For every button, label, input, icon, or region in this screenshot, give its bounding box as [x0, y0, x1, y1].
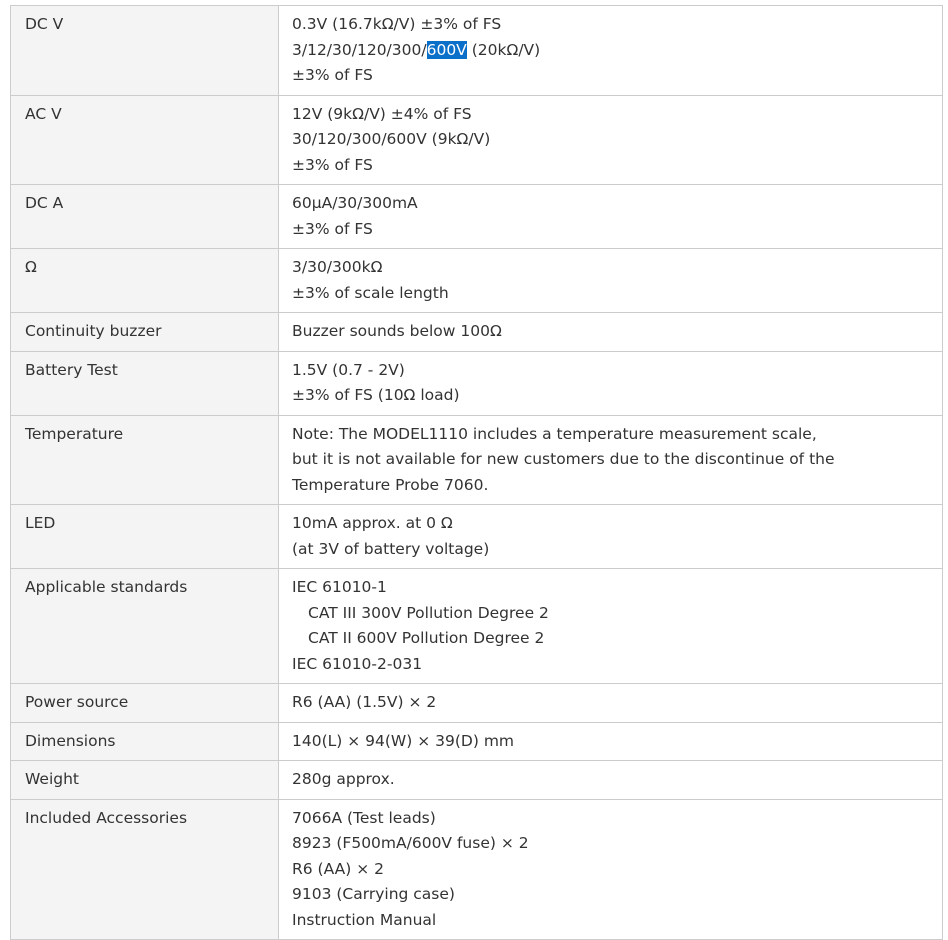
spec-value-line: 140(L) × 94(W) × 39(D) mm [292, 731, 515, 750]
spec-value: IEC 61010-1 CAT III 300V Pollution Degree… [278, 568, 943, 684]
spec-label: Dimensions [10, 721, 279, 761]
spec-label: Weight [10, 760, 279, 800]
spec-label: Power source [10, 683, 279, 723]
spec-row: Battery Test 1.5V (0.7 - 2V) ±3% of FS (10… [10, 350, 943, 416]
spec-value: 10mA approx. at 0 Ω (at 3V of battery vol… [278, 504, 943, 569]
spec-value-line: (at 3V of battery voltage) [292, 539, 490, 558]
spec-label: DC A [10, 184, 279, 249]
spec-value-line: 0.3V (16.7kΩ/V) ±3% of FS [292, 15, 502, 33]
spec-value-line: IEC 61010-2-031 [292, 654, 423, 673]
spec-value: Buzzer sounds below 100Ω [278, 312, 943, 352]
spec-value-line: Note: The MODEL1110 includes a temperatu… [292, 424, 817, 443]
spec-table: DC V 0.3V (16.7kΩ/V) ±3% of FS 3/12/30/120… [10, 5, 943, 940]
spec-row: Continuity buzzer Buzzer sounds below 100… [10, 312, 943, 352]
spec-value-line: 7066A (Test leads) [292, 808, 436, 827]
spec-value-line: R6 (AA) (1.5V) × 2 [292, 693, 437, 711]
spec-row: AC V 12V (9kΩ/V) ±4% of FS 30/120/300/600V… [10, 94, 943, 185]
spec-value-line: R6 (AA) × 2 [292, 859, 384, 878]
spec-value-line: ±3% of FS (10Ω load) [292, 386, 460, 404]
spec-value-line: 9103 (Carrying case) [292, 885, 455, 903]
spec-row: Weight 280g approx. [10, 760, 943, 800]
spec-label: DC V [10, 5, 279, 96]
spec-value-line: 12V (9kΩ/V) ±4% of FS [292, 104, 472, 123]
spec-value: 7066A (Test leads) 8923 (F500mA/600V fuse… [278, 798, 943, 940]
spec-value-line: but it is not available for new customer… [292, 450, 835, 468]
spec-value-line: Temperature Probe 7060. [292, 475, 489, 494]
spec-value-text: 3/12/30/120/300/ [292, 40, 427, 59]
spec-value-line: IEC 61010-1 [292, 578, 387, 596]
spec-label: Temperature [10, 414, 279, 505]
spec-row: Dimensions 140(L) × 94(W) × 39(D) mm [10, 721, 943, 761]
spec-value: 280g approx. [278, 760, 943, 800]
spec-value-line: 30/120/300/600V (9kΩ/V) [292, 130, 491, 148]
spec-value-line: Buzzer sounds below 100Ω [292, 322, 502, 340]
spec-label: AC V [10, 94, 279, 185]
spec-value-line: 10mA approx. at 0 Ω [292, 514, 453, 532]
spec-value-line: ±3% of FS [292, 66, 373, 84]
spec-value: Note: The MODEL1110 includes a temperatu… [278, 414, 943, 505]
spec-value-line: 60μA/30/300mA [292, 194, 418, 212]
spec-value: R6 (AA) (1.5V) × 2 [278, 683, 943, 723]
spec-row: Included Accessories 7066A (Test leads) 89… [10, 798, 943, 940]
spec-value-line: 8923 (F500mA/600V fuse) × 2 [292, 834, 529, 852]
spec-label: Battery Test [10, 350, 279, 416]
spec-value: 3/30/300kΩ ±3% of scale length [278, 248, 943, 313]
spec-value-line: ±3% of FS [292, 155, 373, 174]
selected-text-highlight: 600V [426, 40, 467, 59]
spec-value-line: CAT II 600V Pollution Degree 2 [308, 629, 545, 647]
spec-value-line: Instruction Manual [292, 910, 437, 929]
spec-value-line: CAT III 300V Pollution Degree 2 [308, 603, 549, 622]
spec-value-line: 1.5V (0.7 - 2V) [292, 360, 405, 379]
spec-value-line: ±3% of scale length [292, 283, 449, 302]
spec-row: Temperature Note: The MODEL1110 includes … [10, 414, 943, 505]
spec-value-line: ±3% of FS [292, 219, 373, 238]
spec-row: Ω 3/30/300kΩ ±3% of scale length [10, 248, 943, 313]
spec-value: 12V (9kΩ/V) ±4% of FS 30/120/300/600V (9k… [278, 94, 943, 185]
spec-value: 60μA/30/300mA ±3% of FS [278, 184, 943, 249]
spec-table-body: DC V 0.3V (16.7kΩ/V) ±3% of FS 3/12/30/120… [10, 5, 943, 940]
spec-row: DC A 60μA/30/300mA ±3% of FS [10, 184, 943, 249]
spec-row: LED 10mA approx. at 0 Ω (at 3V of battery … [10, 504, 943, 569]
spec-row: DC V 0.3V (16.7kΩ/V) ±3% of FS 3/12/30/120… [10, 5, 943, 96]
spec-value-line: 280g approx. [292, 770, 395, 788]
spec-value: 0.3V (16.7kΩ/V) ±3% of FS 3/12/30/120/300… [278, 5, 943, 96]
spec-value-line: 3/12/30/120/300/600V (20kΩ/V) [292, 38, 934, 64]
spec-label: Continuity buzzer [10, 312, 279, 352]
spec-label: Applicable standards [10, 568, 279, 684]
spec-row: Applicable standards IEC 61010-1 CAT III 3… [10, 568, 943, 684]
spec-label: LED [10, 504, 279, 569]
spec-value: 1.5V (0.7 - 2V) ±3% of FS (10Ω load) [278, 350, 943, 416]
spec-row: Power source R6 (AA) (1.5V) × 2 [10, 683, 943, 723]
spec-value-line: 3/30/300kΩ [292, 258, 383, 276]
spec-label: Included Accessories [10, 798, 279, 940]
spec-value-text: (20kΩ/V) [466, 40, 541, 59]
spec-label: Ω [10, 248, 279, 313]
spec-value: 140(L) × 94(W) × 39(D) mm [278, 721, 943, 761]
